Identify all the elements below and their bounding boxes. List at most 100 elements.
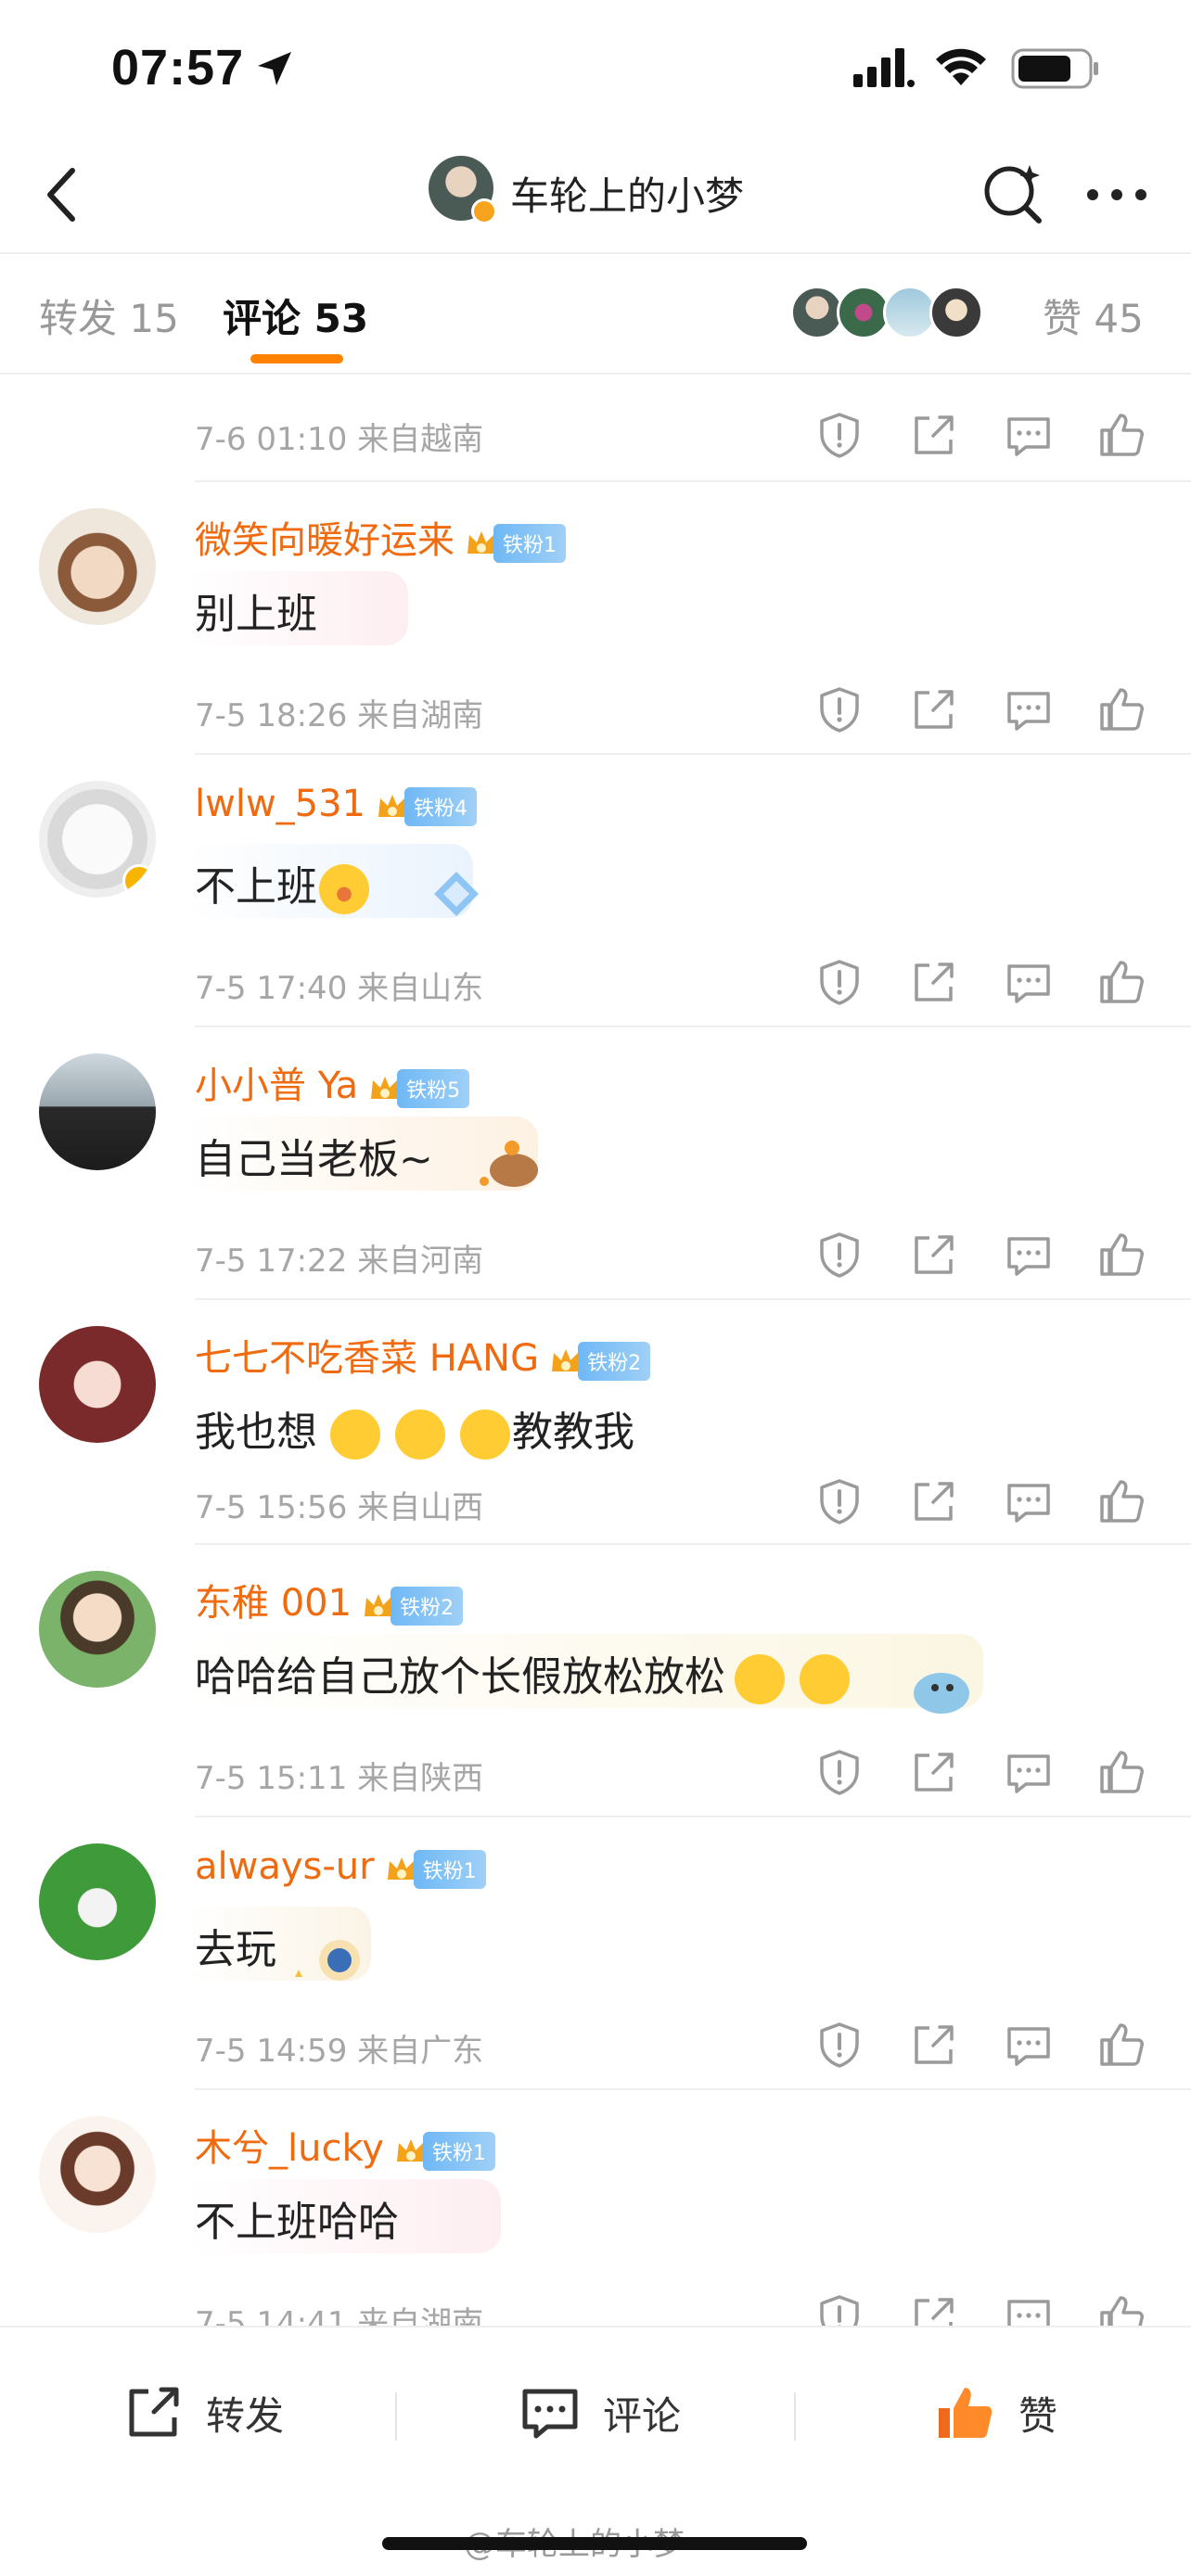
repost-button[interactable]: 转发 <box>121 2379 284 2446</box>
search-icon[interactable] <box>976 156 1050 230</box>
report-icon[interactable] <box>814 2020 864 2070</box>
comment-item: 微笑向暖好运来 铁粉1 别上班 7-5 18:26 来自湖南 <box>0 482 1191 755</box>
comment-actions <box>814 957 1158 1013</box>
commenter-name[interactable]: 木兮_lucky 铁粉1 <box>195 2118 495 2172</box>
comment-button[interactable]: 评论 <box>518 2379 681 2446</box>
reply-icon[interactable] <box>1004 410 1054 460</box>
report-icon[interactable] <box>814 957 864 1007</box>
share-icon[interactable] <box>909 2020 959 2070</box>
comment-meta: 7-5 17:40 来自山东 <box>195 970 484 1007</box>
tab-comment-count: 53 <box>314 296 369 341</box>
reply-icon[interactable] <box>1004 2020 1054 2070</box>
like-icon[interactable] <box>1096 957 1146 1007</box>
commenter-name[interactable]: 七七不吃香菜 HANG 铁粉2 <box>195 1328 651 1382</box>
report-icon[interactable] <box>814 410 864 460</box>
more-icon[interactable] <box>1080 158 1154 232</box>
back-icon[interactable] <box>26 158 100 232</box>
comment-item: 七七不吃香菜 HANG 铁粉2 我也想 教教我 7-5 15:56 来自山西 <box>0 1300 1191 1545</box>
share-icon[interactable] <box>909 684 959 734</box>
page-title[interactable]: 车轮上的小梦 <box>510 165 744 222</box>
status-bar: 07:57 <box>0 0 1191 139</box>
share-icon[interactable] <box>909 957 959 1007</box>
commenter-name[interactable]: lwlw_531 铁粉4 <box>195 783 478 826</box>
astronaut-sticker-icon <box>295 1940 360 1981</box>
commenter-avatar[interactable] <box>39 2116 156 2233</box>
commenter-name-text: 木兮_lucky <box>195 2127 384 2170</box>
commenter-avatar[interactable] <box>39 1326 156 1443</box>
like-icon[interactable] <box>1096 1230 1146 1280</box>
fan-level: 铁粉2 <box>391 1587 464 1626</box>
home-indicator[interactable] <box>382 2537 807 2550</box>
report-icon[interactable] <box>814 684 864 734</box>
report-icon[interactable] <box>814 1747 864 1797</box>
iron-fan-badge: 铁粉1 <box>384 1846 486 1889</box>
comment-icon <box>522 2389 578 2439</box>
tab-likes-label: 赞 <box>1043 296 1082 341</box>
share-icon[interactable] <box>909 2292 959 2326</box>
commenter-name[interactable]: always-ur 铁粉1 <box>195 1845 486 1889</box>
tab-comment-label: 评论 <box>223 296 301 341</box>
reply-icon[interactable] <box>1004 1476 1054 1526</box>
reply-icon[interactable] <box>1004 1747 1054 1797</box>
like-icon[interactable] <box>1096 1476 1146 1526</box>
comment-actions <box>814 1476 1158 1532</box>
comment-item: 小小普 Ya 铁粉5 自己当老板~ 7-5 17:22 来自河南 <box>0 1027 1191 1300</box>
reply-icon[interactable] <box>1004 684 1054 734</box>
comment-actions <box>814 1230 1158 1285</box>
comment-text: 去玩 <box>195 1926 276 1973</box>
reply-icon[interactable] <box>1004 1230 1054 1280</box>
tab-likes[interactable]: 赞 45 <box>1043 287 1144 344</box>
report-icon[interactable] <box>814 2292 864 2326</box>
fan-level: 铁粉1 <box>493 524 566 563</box>
commenter-name-text: always-ur <box>195 1845 375 1888</box>
comment-actions <box>814 2020 1158 2075</box>
commenter-avatar[interactable] <box>39 1053 156 1170</box>
liker-avatars[interactable] <box>790 286 1022 341</box>
bottom-divider <box>395 2392 397 2441</box>
repost-label: 转发 <box>206 2392 285 2439</box>
pleading-face-emoji-icon <box>395 1409 445 1460</box>
cellular-signal-icon <box>853 48 915 87</box>
commenter-avatar[interactable] <box>39 508 156 625</box>
share-icon[interactable] <box>909 1230 959 1280</box>
commenter-avatar[interactable] <box>39 1571 156 1688</box>
comment-text: 不上班哈哈 <box>195 2199 399 2246</box>
fan-level: 铁粉4 <box>404 787 478 826</box>
comment-text-main: 哈哈给自己放个长假放松放松 <box>195 1653 725 1701</box>
like-button[interactable]: 赞 <box>933 2379 1057 2446</box>
comment-text-main: 不上班 <box>195 863 317 911</box>
like-icon[interactable] <box>1096 2292 1146 2326</box>
report-icon[interactable] <box>814 1230 864 1280</box>
share-icon[interactable] <box>909 1476 959 1526</box>
location-arrow-icon <box>258 52 291 85</box>
share-icon[interactable] <box>909 1747 959 1797</box>
reply-icon[interactable] <box>1004 957 1054 1007</box>
commenter-avatar[interactable] <box>39 781 156 898</box>
report-icon[interactable] <box>814 1476 864 1526</box>
verified-badge-icon <box>471 198 497 224</box>
tab-comment[interactable]: 评论 53 <box>223 287 368 344</box>
comment-text: 我也想 教教我 <box>195 1398 634 1460</box>
comment-meta: 7-5 14:41 来自湖南 <box>195 2305 484 2326</box>
comment-label: 评论 <box>603 2392 682 2439</box>
tab-repost[interactable]: 转发 15 <box>39 287 179 344</box>
tab-likes-count: 45 <box>1094 296 1144 341</box>
pleading-face-emoji-icon <box>460 1409 510 1460</box>
commenter-name[interactable]: 微笑向暖好运来 铁粉1 <box>195 510 566 564</box>
commenter-name-text: 小小普 Ya <box>195 1065 359 1107</box>
comment-actions <box>814 410 1158 465</box>
like-icon[interactable] <box>1096 2020 1146 2070</box>
commenter-name[interactable]: 小小普 Ya 铁粉5 <box>195 1055 470 1109</box>
like-icon[interactable] <box>1096 1747 1146 1797</box>
capybara-sticker-icon <box>480 1141 538 1187</box>
like-icon[interactable] <box>1096 410 1146 460</box>
dragon-sticker-icon <box>914 1673 969 1714</box>
diamond-sticker-icon <box>434 872 479 916</box>
comment-text: 自己当老板~ <box>195 1136 433 1183</box>
reply-icon[interactable] <box>1004 2292 1054 2326</box>
commenter-avatar[interactable] <box>39 1843 156 1960</box>
author-avatar[interactable] <box>429 156 497 224</box>
share-icon[interactable] <box>909 410 959 460</box>
like-icon[interactable] <box>1096 684 1146 734</box>
commenter-name[interactable]: 东稚 001 铁粉2 <box>195 1573 464 1626</box>
